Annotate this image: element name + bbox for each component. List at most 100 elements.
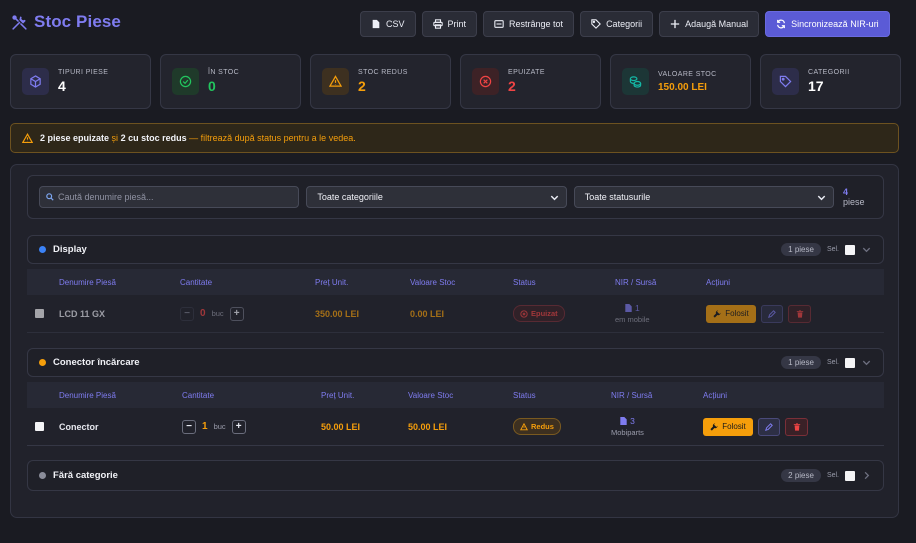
print-button-label: Print — [447, 19, 467, 29]
stat-in-stock: ÎN STOC 0 — [160, 54, 301, 109]
nir-number: 3 — [630, 416, 635, 426]
sync-nir-button[interactable]: Sincronizează NIR-uri — [765, 11, 890, 37]
tag-icon — [772, 68, 799, 95]
stat-stock-value: VALOARE STOC 150.00 LEI — [610, 54, 751, 109]
collapse-all-label: Restrânge tot — [509, 19, 564, 29]
status-badge: Redus — [513, 418, 561, 435]
group-color-dot — [39, 359, 46, 366]
row-select-checkbox[interactable] — [35, 309, 44, 318]
col-unit-price: Preț Unit. — [315, 277, 349, 287]
toolbar: CSV Print Restrânge tot Categorii Adaugă… — [360, 11, 890, 37]
increase-button[interactable]: + — [231, 419, 246, 434]
status-select-value: Toate statusurile — [584, 192, 651, 202]
table-row: LCD 11 GX − 0 buc + 350.00 LEI 0.00 LEI … — [27, 295, 884, 333]
chevron-right-icon[interactable] — [861, 470, 872, 481]
group-header-charging-connector[interactable]: Conector încărcare 1 piese Sel. — [27, 348, 884, 377]
delete-button[interactable] — [785, 417, 808, 436]
col-unit-price: Preț Unit. — [321, 390, 355, 400]
app-header: Stoc Piese — [11, 12, 121, 32]
nir-source: 1 em mobile — [615, 295, 650, 332]
quantity-unit: buc — [213, 422, 226, 431]
col-qty: Cantitate — [180, 277, 213, 287]
warning-icon — [322, 68, 349, 95]
categories-button-label: Categorii — [606, 19, 643, 29]
wrench-icon — [713, 309, 721, 318]
mark-used-label: Folosit — [722, 422, 746, 431]
unit-price: 350.00 LEI — [315, 308, 360, 319]
search-input[interactable]: Caută denumire piesă... — [39, 186, 300, 208]
category-select[interactable]: Toate categoriile — [306, 186, 567, 208]
inventory-panel: Caută denumire piesă... Toate categoriil… — [10, 164, 899, 518]
row-actions: Folosit — [703, 408, 808, 445]
stock-alert-banner: 2 piese epuizate și 2 cu stoc redus — fi… — [10, 123, 899, 153]
table-header: Denumire Piesă Cantitate Preț Unit. Valo… — [27, 269, 884, 295]
col-stock-value: Valoare Stoc — [410, 277, 456, 287]
decrease-button[interactable]: − — [180, 306, 194, 321]
increase-button[interactable]: + — [229, 306, 244, 321]
chevron-down-icon[interactable] — [861, 244, 872, 255]
x-circle-icon — [520, 309, 528, 318]
categories-button[interactable]: Categorii — [580, 11, 654, 37]
coins-icon — [622, 68, 649, 95]
stat-value: 2 — [358, 78, 366, 94]
chevron-down-icon — [550, 195, 558, 200]
col-name: Denumire Piesă — [59, 390, 116, 400]
group-select-checkbox[interactable] — [845, 244, 855, 255]
col-actions: Acțiuni — [703, 390, 728, 400]
stat-label: EPUIZATE — [508, 69, 545, 76]
stat-low-stock: STOC REDUS 2 — [310, 54, 451, 109]
stat-label: STOC REDUS — [358, 69, 408, 76]
parts-count-label: piese — [843, 197, 865, 207]
quantity-stepper: − 0 buc + — [180, 295, 244, 332]
quantity-stepper: − 1 buc + — [182, 408, 246, 445]
row-select-checkbox[interactable] — [35, 422, 44, 431]
nir-source-name: em mobile — [615, 315, 650, 324]
col-status: Status — [513, 277, 536, 287]
col-actions: Acțiuni — [706, 277, 731, 287]
edit-icon — [765, 422, 773, 431]
status-select[interactable]: Toate statusurile — [573, 186, 835, 208]
nir-link[interactable]: 1 — [625, 303, 640, 313]
file-icon — [372, 19, 380, 29]
add-manual-button[interactable]: Adaugă Manual — [659, 11, 760, 37]
select-label: Sel. — [826, 359, 839, 366]
quantity-unit: buc — [211, 309, 224, 318]
col-name: Denumire Piesă — [59, 277, 116, 287]
stat-label: CATEGORII — [808, 69, 850, 76]
print-button[interactable]: Print — [421, 11, 478, 37]
collapse-all-button[interactable]: Restrânge tot — [483, 11, 575, 37]
printer-icon — [432, 19, 443, 29]
group-header-display[interactable]: Display 1 piese Sel. — [27, 235, 884, 264]
stat-categories: CATEGORII 17 — [760, 54, 901, 109]
mark-used-button[interactable]: Folosit — [703, 417, 753, 436]
table-header: Denumire Piesă Cantitate Preț Unit. Valo… — [27, 382, 884, 408]
sync-icon — [777, 19, 786, 29]
group-select-checkbox[interactable] — [845, 357, 855, 368]
x-circle-icon — [472, 68, 499, 95]
group-name: Fără categorie — [53, 470, 118, 481]
alert-hint: — filtrează după status pentru a le vede… — [189, 133, 356, 143]
edit-button[interactable] — [761, 304, 783, 323]
collapse-icon — [494, 20, 504, 28]
col-nir: NIR / Sursă — [611, 390, 653, 400]
alert-and: și — [111, 133, 119, 143]
tag-icon — [591, 19, 601, 29]
nir-source: 3 Mobiparts — [611, 408, 644, 445]
nir-number: 1 — [634, 303, 640, 313]
table-row: Conector − 1 buc + 50.00 LEI 50.00 LEI R… — [27, 408, 884, 446]
csv-button[interactable]: CSV — [360, 11, 416, 37]
group-select-checkbox[interactable] — [845, 470, 855, 481]
col-stock-value: Valoare Stoc — [408, 390, 454, 400]
nir-link[interactable]: 3 — [620, 416, 635, 426]
stats-row: TIPURI PIESE 4 ÎN STOC 0 STOC REDUS 2 EPUIZ… — [10, 54, 901, 109]
group-header-uncategorized[interactable]: Fără categorie 2 piese Sel. — [27, 460, 884, 491]
decrease-button[interactable]: − — [182, 419, 196, 434]
mark-used-button[interactable]: Folosit — [706, 304, 756, 323]
chevron-down-icon[interactable] — [861, 357, 872, 368]
trash-icon — [793, 422, 800, 431]
group-count-badge: 1 piese — [781, 243, 821, 256]
stat-label: TIPURI PIESE — [58, 69, 109, 76]
stat-value: 150.00 LEI — [658, 81, 707, 93]
delete-button[interactable] — [788, 304, 811, 323]
edit-button[interactable] — [758, 417, 780, 436]
